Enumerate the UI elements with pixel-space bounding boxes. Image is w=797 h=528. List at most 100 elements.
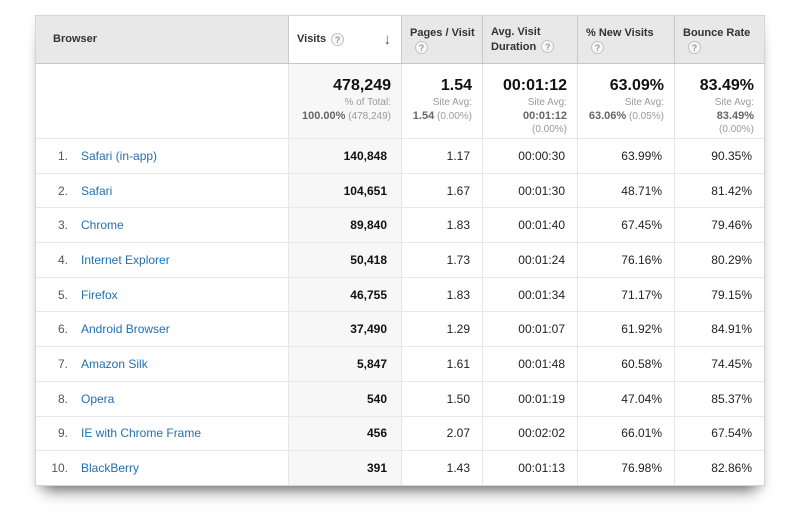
new-visits-value: 48.71% xyxy=(577,174,674,208)
summary-bounce-caption: Site Avg: xyxy=(681,96,754,109)
browser-link[interactable]: Android Browser xyxy=(81,322,170,336)
bounce-rate-value: 74.45% xyxy=(674,347,764,381)
pages-per-visit-value: 1.50 xyxy=(401,382,482,416)
avg-visit-duration-value: 00:01:19 xyxy=(482,382,577,416)
browser-cell: 7. Amazon Silk xyxy=(36,347,288,381)
column-header-pages-label: Pages / Visit xyxy=(410,26,475,41)
new-visits-value: 63.99% xyxy=(577,139,674,173)
new-visits-value: 76.16% xyxy=(577,243,674,277)
browser-link[interactable]: Chrome xyxy=(81,218,124,232)
help-icon[interactable]: ? xyxy=(591,41,604,54)
table-body: 1. Safari (in-app) 140,848 1.17 00:00:30… xyxy=(36,138,764,485)
summary-duration-site-value: 00:01:12 xyxy=(523,110,567,122)
summary-bounce-paren: (0.00%) xyxy=(719,124,754,135)
table-row: 7. Amazon Silk 5,847 1.61 00:01:48 60.58… xyxy=(36,346,764,381)
help-icon[interactable]: ? xyxy=(415,41,428,54)
table-row: 2. Safari 104,651 1.67 00:01:30 48.71% 8… xyxy=(36,173,764,208)
pages-per-visit-value: 1.17 xyxy=(401,139,482,173)
column-header-bounce-rate[interactable]: Bounce Rate ? xyxy=(674,16,764,63)
visits-value: 104,651 xyxy=(288,174,401,208)
column-header-visits-label: Visits xyxy=(297,32,326,47)
row-rank: 3. xyxy=(42,218,68,232)
avg-visit-duration-value: 00:02:02 xyxy=(482,417,577,451)
browser-link[interactable]: Amazon Silk xyxy=(81,357,148,371)
browser-cell: 2. Safari xyxy=(36,174,288,208)
visits-value: 456 xyxy=(288,417,401,451)
summary-pages-per-visit: 1.54 Site Avg: 1.54 (0.00%) xyxy=(401,64,482,138)
new-visits-value: 60.58% xyxy=(577,347,674,381)
summary-new-visits-caption: Site Avg: xyxy=(584,96,664,109)
column-header-browser-label: Browser xyxy=(53,32,97,47)
summary-pages-site-value: 1.54 xyxy=(413,110,434,122)
visits-value: 89,840 xyxy=(288,208,401,242)
bounce-rate-value: 84.91% xyxy=(674,312,764,346)
help-icon[interactable]: ? xyxy=(541,40,554,53)
help-icon[interactable]: ? xyxy=(331,33,344,46)
avg-visit-duration-value: 00:00:30 xyxy=(482,139,577,173)
avg-visit-duration-value: 00:01:07 xyxy=(482,312,577,346)
browser-link[interactable]: BlackBerry xyxy=(81,461,139,475)
visits-value: 540 xyxy=(288,382,401,416)
visits-value: 391 xyxy=(288,451,401,485)
visits-value: 37,490 xyxy=(288,312,401,346)
summary-row: 478,249 % of Total: 100.00% (478,249) 1.… xyxy=(36,64,764,138)
pages-per-visit-value: 2.07 xyxy=(401,417,482,451)
new-visits-value: 67.45% xyxy=(577,208,674,242)
browser-cell: 1. Safari (in-app) xyxy=(36,139,288,173)
table-row: 5. Firefox 46,755 1.83 00:01:34 71.17% 7… xyxy=(36,277,764,312)
browser-link[interactable]: IE with Chrome Frame xyxy=(81,426,201,440)
summary-visits-caption: % of Total: xyxy=(295,96,391,109)
column-header-pages-per-visit[interactable]: Pages / Visit ? xyxy=(401,16,482,63)
avg-visit-duration-value: 00:01:34 xyxy=(482,278,577,312)
summary-new-visits-site-value: 63.06% xyxy=(589,110,626,122)
table-row: 4. Internet Explorer 50,418 1.73 00:01:2… xyxy=(36,242,764,277)
sort-descending-icon[interactable]: ↓ xyxy=(384,32,394,47)
browser-cell: 4. Internet Explorer xyxy=(36,243,288,277)
new-visits-value: 66.01% xyxy=(577,417,674,451)
summary-visits-paren: (478,249) xyxy=(348,111,391,122)
browser-link[interactable]: Safari xyxy=(81,184,112,198)
browser-cell: 10. BlackBerry xyxy=(36,451,288,485)
summary-avg-visit-duration: 00:01:12 Site Avg: 00:01:12 (0.00%) xyxy=(482,64,577,138)
table-row: 6. Android Browser 37,490 1.29 00:01:07 … xyxy=(36,311,764,346)
column-header-duration-label-line2: Duration xyxy=(491,41,536,53)
browser-link[interactable]: Firefox xyxy=(81,288,118,302)
bounce-rate-value: 80.29% xyxy=(674,243,764,277)
summary-new-visits-paren: (0.05%) xyxy=(629,111,664,122)
browser-cell: 8. Opera xyxy=(36,382,288,416)
column-header-browser[interactable]: Browser xyxy=(36,16,288,63)
help-icon[interactable]: ? xyxy=(688,41,701,54)
summary-duration-total: 00:01:12 xyxy=(489,77,567,95)
browser-cell: 9. IE with Chrome Frame xyxy=(36,417,288,451)
table-row: 9. IE with Chrome Frame 456 2.07 00:02:0… xyxy=(36,416,764,451)
summary-pages-paren: (0.00%) xyxy=(437,111,472,122)
summary-browser-empty xyxy=(36,64,288,138)
browser-link[interactable]: Opera xyxy=(81,392,114,406)
column-header-visits[interactable]: Visits ? ↓ xyxy=(288,16,401,63)
column-header-new-visits[interactable]: % New Visits ? xyxy=(577,16,674,63)
browser-link[interactable]: Safari (in-app) xyxy=(81,149,157,163)
row-rank: 2. xyxy=(42,184,68,198)
table-row: 3. Chrome 89,840 1.83 00:01:40 67.45% 79… xyxy=(36,207,764,242)
summary-bounce-total: 83.49% xyxy=(681,77,754,95)
summary-visits: 478,249 % of Total: 100.00% (478,249) xyxy=(288,64,401,138)
column-header-avg-visit-duration[interactable]: Avg. Visit Duration? xyxy=(482,16,577,63)
summary-pages-caption: Site Avg: xyxy=(408,96,472,109)
summary-bounce-rate: 83.49% Site Avg: 83.49% (0.00%) xyxy=(674,64,764,138)
row-rank: 9. xyxy=(42,426,68,440)
bounce-rate-value: 79.46% xyxy=(674,208,764,242)
visits-value: 5,847 xyxy=(288,347,401,381)
row-rank: 6. xyxy=(42,322,68,336)
browser-link[interactable]: Internet Explorer xyxy=(81,253,170,267)
bounce-rate-value: 90.35% xyxy=(674,139,764,173)
new-visits-value: 76.98% xyxy=(577,451,674,485)
row-rank: 5. xyxy=(42,288,68,302)
pages-per-visit-value: 1.61 xyxy=(401,347,482,381)
summary-bounce-site-value: 83.49% xyxy=(717,110,754,122)
summary-visits-site-value: 100.00% xyxy=(302,110,345,122)
avg-visit-duration-value: 00:01:40 xyxy=(482,208,577,242)
pages-per-visit-value: 1.73 xyxy=(401,243,482,277)
column-header-new-visits-label: % New Visits xyxy=(586,26,654,41)
browser-cell: 6. Android Browser xyxy=(36,312,288,346)
summary-duration-paren: (0.00%) xyxy=(532,124,567,135)
